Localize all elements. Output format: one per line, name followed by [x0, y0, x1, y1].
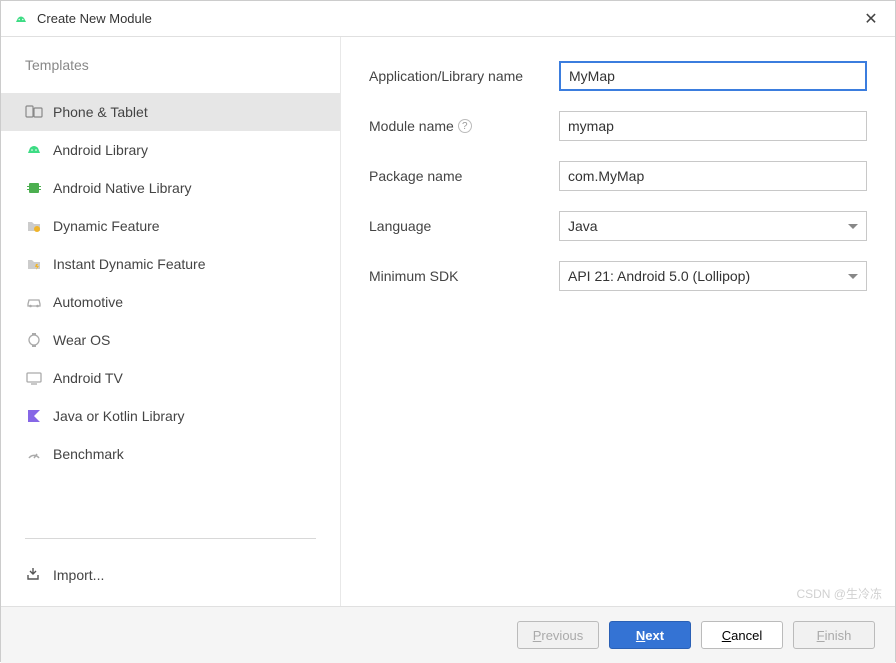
benchmark-icon	[25, 445, 43, 463]
automotive-icon	[25, 293, 43, 311]
row-language: Language Java	[369, 211, 867, 241]
row-module-name: Module name ?	[369, 111, 867, 141]
input-package-name[interactable]	[559, 161, 867, 191]
template-instant-dynamic-feature[interactable]: Instant Dynamic Feature	[1, 245, 340, 283]
row-package-name: Package name	[369, 161, 867, 191]
android-lib-icon	[25, 141, 43, 159]
window-title: Create New Module	[37, 11, 859, 26]
close-button[interactable]: ✕	[859, 7, 883, 31]
form-panel: Application/Library name Module name ? P…	[341, 37, 895, 606]
input-app-name[interactable]	[559, 61, 867, 91]
sidebar-header: Templates	[1, 57, 340, 93]
next-button[interactable]: Next	[609, 621, 691, 649]
template-java-kotlin-library[interactable]: Java or Kotlin Library	[1, 397, 340, 435]
sidebar-item-label: Android Native Library	[53, 180, 192, 196]
sidebar-item-label: Android TV	[53, 370, 123, 386]
import-icon	[25, 566, 43, 584]
cancel-button[interactable]: Cancel	[701, 621, 783, 649]
template-android-native-library[interactable]: Android Native Library	[1, 169, 340, 207]
row-min-sdk: Minimum SDK API 21: Android 5.0 (Lollipo…	[369, 261, 867, 291]
sidebar-divider	[25, 538, 316, 539]
chevron-down-icon	[848, 224, 858, 229]
phone-tablet-icon	[25, 103, 43, 121]
templates-sidebar: Templates Phone & Tablet Android Library…	[1, 37, 341, 606]
titlebar: Create New Module ✕	[1, 1, 895, 37]
previous-button: Previous	[517, 621, 599, 649]
select-language[interactable]: Java	[559, 211, 867, 241]
template-benchmark[interactable]: Benchmark	[1, 435, 340, 473]
sidebar-item-label: Instant Dynamic Feature	[53, 256, 206, 272]
import-button[interactable]: Import...	[1, 554, 340, 596]
kotlin-lib-icon	[25, 407, 43, 425]
button-bar: Previous Next Cancel Finish	[1, 607, 895, 663]
select-min-sdk[interactable]: API 21: Android 5.0 (Lollipop)	[559, 261, 867, 291]
sidebar-item-label: Wear OS	[53, 332, 110, 348]
android-native-icon	[25, 179, 43, 197]
input-module-name[interactable]	[559, 111, 867, 141]
sidebar-items: Phone & Tablet Android Library Android N…	[1, 93, 340, 523]
instant-dynamic-icon	[25, 255, 43, 273]
sidebar-item-label: Phone & Tablet	[53, 104, 148, 120]
sidebar-item-label: Automotive	[53, 294, 123, 310]
label-package-name: Package name	[369, 168, 559, 184]
template-android-library[interactable]: Android Library	[1, 131, 340, 169]
main-content: Templates Phone & Tablet Android Library…	[1, 37, 895, 607]
label-app-name: Application/Library name	[369, 68, 559, 84]
sidebar-item-label: Dynamic Feature	[53, 218, 160, 234]
label-module-name: Module name ?	[369, 118, 559, 134]
label-min-sdk: Minimum SDK	[369, 268, 559, 284]
label-language: Language	[369, 218, 559, 234]
chevron-down-icon	[848, 274, 858, 279]
android-logo-icon	[13, 11, 29, 27]
template-dynamic-feature[interactable]: Dynamic Feature	[1, 207, 340, 245]
template-automotive[interactable]: Automotive	[1, 283, 340, 321]
finish-button: Finish	[793, 621, 875, 649]
android-tv-icon	[25, 369, 43, 387]
import-label: Import...	[53, 567, 104, 583]
wear-os-icon	[25, 331, 43, 349]
help-icon[interactable]: ?	[458, 119, 472, 133]
template-wear-os[interactable]: Wear OS	[1, 321, 340, 359]
sidebar-item-label: Benchmark	[53, 446, 124, 462]
sidebar-item-label: Android Library	[53, 142, 148, 158]
dynamic-feature-icon	[25, 217, 43, 235]
template-phone-tablet[interactable]: Phone & Tablet	[1, 93, 340, 131]
template-android-tv[interactable]: Android TV	[1, 359, 340, 397]
row-app-name: Application/Library name	[369, 61, 867, 91]
sidebar-item-label: Java or Kotlin Library	[53, 408, 185, 424]
